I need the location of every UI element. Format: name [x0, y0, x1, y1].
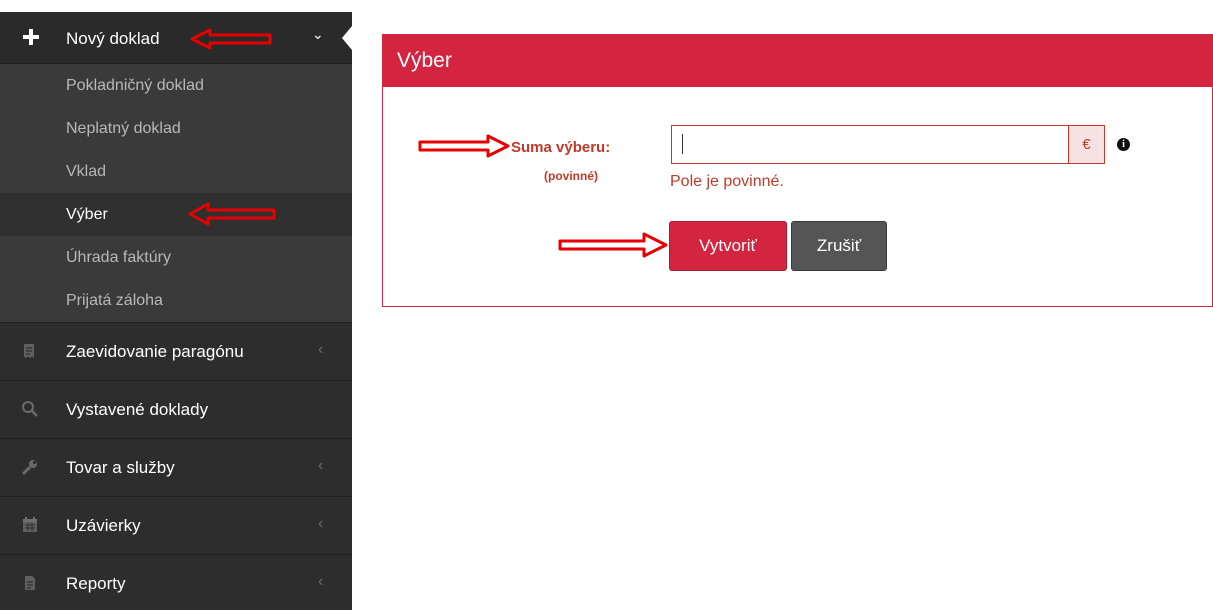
amount-input[interactable] — [672, 126, 1070, 163]
annotation-arrow-right-icon — [418, 134, 510, 158]
submenu-item-invalid-document[interactable]: Neplatný doklad — [0, 107, 352, 150]
currency-addon: € — [1068, 126, 1104, 163]
submenu-item-cash-document[interactable]: Pokladničný doklad — [0, 64, 352, 107]
search-icon — [20, 399, 40, 419]
sidebar-item-new-document[interactable]: Nový doklad ⌄ — [0, 12, 352, 64]
chevron-left-icon: ‹ — [318, 515, 324, 532]
withdrawal-panel: Výber Suma výberu: (povinné) € i Pole je… — [382, 34, 1213, 307]
amount-field[interactable]: € — [671, 125, 1105, 164]
receipt-icon — [20, 341, 40, 361]
submenu-item-deposit[interactable]: Vklad — [0, 150, 352, 193]
submenu-item-received-advance[interactable]: Prijatá záloha — [0, 279, 352, 322]
calendar-icon — [20, 515, 40, 535]
sidebar: Nový doklad ⌄ Pokladničný doklad Neplatn… — [0, 12, 352, 610]
annotation-arrow-right-icon — [558, 232, 668, 258]
sidebar-item-issued-documents[interactable]: Vystavené doklady — [0, 380, 352, 438]
required-note: (povinné) — [544, 169, 598, 183]
document-icon — [20, 573, 40, 593]
plus-icon — [22, 28, 40, 46]
text-cursor — [682, 134, 683, 154]
chevron-left-icon: ‹ — [318, 457, 324, 474]
sidebar-item-label: Nový doklad — [66, 29, 160, 48]
create-button[interactable]: Vytvoriť — [669, 221, 787, 271]
submenu-item-invoice-payment[interactable]: Úhrada faktúry — [0, 236, 352, 279]
page: Nový doklad ⌄ Pokladničný doklad Neplatn… — [0, 0, 1213, 610]
sidebar-item-label: Uzávierky — [66, 516, 141, 535]
submenu: Pokladničný doklad Neplatný doklad Vklad… — [0, 64, 352, 322]
amount-label: Suma výberu: — [511, 139, 611, 156]
sidebar-item-receipt-registration[interactable]: Zaevidovanie paragónu ‹ — [0, 322, 352, 380]
cancel-button[interactable]: Zrušiť — [791, 221, 887, 271]
chevron-left-icon: ‹ — [318, 573, 324, 590]
chevron-down-icon: ⌄ — [312, 26, 324, 42]
sidebar-item-label: Tovar a služby — [66, 458, 175, 477]
chevron-left-icon: ‹ — [318, 341, 324, 358]
sidebar-item-closures[interactable]: Uzávierky ‹ — [0, 496, 352, 554]
sidebar-item-label: Vystavené doklady — [66, 400, 209, 419]
sidebar-item-label: Zaevidovanie paragónu — [66, 342, 244, 361]
sidebar-item-goods-services[interactable]: Tovar a služby ‹ — [0, 438, 352, 496]
info-icon[interactable]: i — [1117, 138, 1130, 151]
annotation-arrow-left-icon — [190, 28, 272, 50]
panel-title: Výber — [383, 35, 1212, 87]
active-indicator — [342, 26, 352, 50]
submenu-item-withdrawal[interactable]: Výber — [0, 193, 352, 236]
sidebar-item-label: Reporty — [66, 574, 126, 593]
annotation-arrow-left-icon — [188, 202, 276, 226]
validation-error: Pole je povinné. — [670, 173, 784, 190]
wrench-icon — [20, 457, 40, 477]
sidebar-item-reports[interactable]: Reporty ‹ — [0, 554, 352, 610]
